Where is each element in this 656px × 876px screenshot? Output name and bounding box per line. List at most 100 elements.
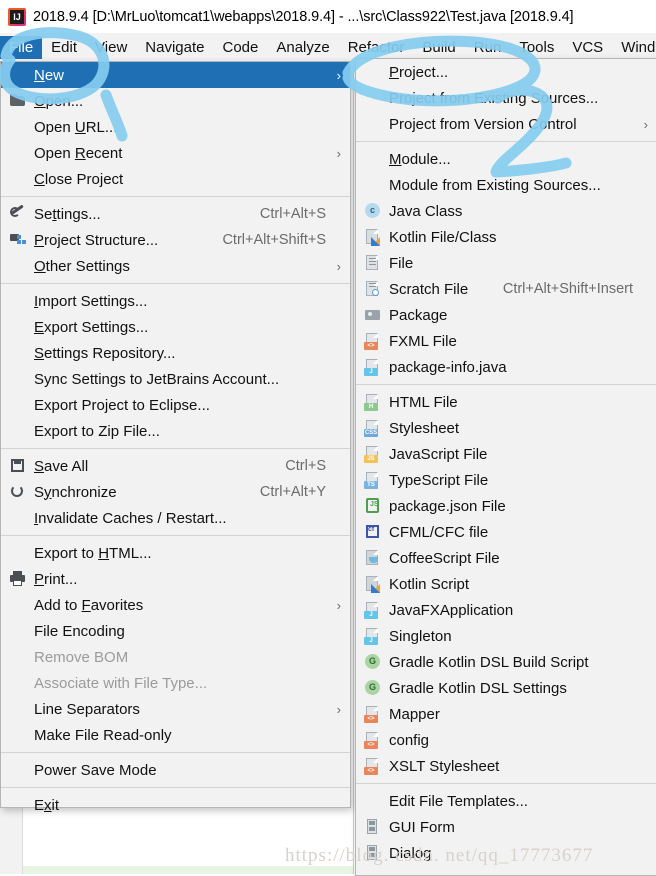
menu-item-module[interactable]: Module... [356,146,656,172]
blank-icon [9,674,27,692]
menu-item-make-file-read-only[interactable]: Make File Read-only [1,722,350,748]
menu-item-javafxapplication[interactable]: J JavaFXApplication [356,597,656,623]
gradle-icon: G [364,653,382,671]
menu-item-package-info-java[interactable]: Jpackage-info.java [356,354,656,380]
blank-icon [364,150,382,168]
menubar-item-vcs[interactable]: VCS [563,36,612,59]
menubar-item-view[interactable]: View [86,36,136,59]
menu-item-scratch-file[interactable]: Scratch File Ctrl+Alt+Shift+Insert [356,276,656,302]
menu-item-label: Remove BOM [34,648,129,666]
nodejs-icon: JS [364,497,382,515]
menu-item-export-settings[interactable]: Export Settings... [1,314,350,340]
blank-icon [9,422,27,440]
menubar-item-analyze[interactable]: Analyze [267,36,338,59]
menu-item-label: package.json File [389,497,506,515]
menu-item-import-settings[interactable]: Import Settings... [1,288,350,314]
menu-item-module-from-existing-sources[interactable]: Module from Existing Sources... [356,172,656,198]
blank-icon [364,792,382,810]
menu-item-html-file[interactable]: H HTML File [356,389,656,415]
menu-item-synchronize[interactable]: Synchronize Ctrl+Alt+Y [1,479,350,505]
menu-item-other-settings[interactable]: Other Settings › [1,253,350,279]
menubar-item-refactor[interactable]: Refactor [339,36,414,59]
blank-icon [9,170,27,188]
menu-item-settings[interactable]: Settings... Ctrl+Alt+S [1,201,350,227]
menu-item-exit[interactable]: Exit [1,792,350,818]
blank-icon [9,700,27,718]
blank-icon [9,726,27,744]
menu-item-export-project-to-eclipse[interactable]: Export Project to Eclipse... [1,392,350,418]
menu-separator [1,752,350,753]
menubar-item-tools[interactable]: Tools [510,36,563,59]
menu-item-cfml-cfc-file[interactable]: cf CFML/CFC file [356,519,656,545]
css-file-icon: CSS [364,419,382,437]
menu-item-kotlin-script[interactable]: Kotlin Script [356,571,656,597]
menu-item-open[interactable]: Open... [1,88,350,114]
blank-icon [9,761,27,779]
menu-item-label: CFML/CFC file [389,523,489,541]
menu-item-shortcut: Ctrl+Alt+S [259,206,326,222]
menu-item-kotlin-file-class[interactable]: Kotlin File/Class [356,224,656,250]
menu-item-export-to-html[interactable]: Export to HTML... [1,540,350,566]
menubar-item-file[interactable]: File [0,35,43,59]
menu-item-typescript-file[interactable]: TS TypeScript File [356,467,656,493]
chevron-right-icon: › [336,145,341,161]
menu-item-java-class[interactable]: c Java Class [356,198,656,224]
menu-item-gradle-kotlin-dsl-build-script[interactable]: G Gradle Kotlin DSL Build Script [356,649,656,675]
menubar-item-edit[interactable]: Edit [42,36,86,59]
menu-item-fxml-file[interactable]: <> FXML File [356,328,656,354]
menu-item-package-json-file[interactable]: JS package.json File [356,493,656,519]
menu-item-edit-file-templates[interactable]: Edit File Templates... [356,788,656,814]
blank-icon [9,396,27,414]
blank-icon [9,544,27,562]
menu-item-xslt-stylesheet[interactable]: <> XSLT Stylesheet [356,753,656,779]
menu-item-export-to-zip-file[interactable]: Export to Zip File... [1,418,350,444]
menu-item-line-separators[interactable]: Line Separators › [1,696,350,722]
menu-item-stylesheet[interactable]: CSS Stylesheet [356,415,656,441]
menu-item-close-project[interactable]: Close Project [1,166,350,192]
menu-item-save-all[interactable]: Save All Ctrl+S [1,453,350,479]
menu-item-open-url[interactable]: Open URL... [1,114,350,140]
menu-item-label: New [34,66,65,84]
menu-item-settings-repository[interactable]: Settings Repository... [1,340,350,366]
menu-item-power-save-mode[interactable]: Power Save Mode [1,757,350,783]
menu-item-label: Print... [34,570,78,588]
menu-item-singleton[interactable]: J Singleton [356,623,656,649]
menu-item-label: Open URL... [34,118,118,136]
menu-item-config[interactable]: <> config [356,727,656,753]
menu-item-coffeescript-file[interactable]: CoffeeScript File [356,545,656,571]
menubar-item-build[interactable]: Build [413,36,464,59]
menu-item-invalidate-caches-restart[interactable]: Invalidate Caches / Restart... [1,505,350,531]
menu-item-gui-form[interactable]: GUI Form [356,814,656,840]
menu-item-javascript-file[interactable]: JS JavaScript File [356,441,656,467]
menubar-item-run[interactable]: Run [465,36,511,59]
menu-item-label: Project from Existing Sources... [389,89,599,107]
menu-item-label: Make File Read-only [34,726,172,744]
menu-item-sync-settings-to-jetbrains-account[interactable]: Sync Settings to JetBrains Account... [1,366,350,392]
file-menu-popup[interactable]: New › Open... Open URL... Open Recent › Close … [0,61,351,814]
menu-item-print[interactable]: Print... [1,566,350,592]
menubar-item-window[interactable]: Wind [612,36,656,59]
new-submenu-popup[interactable]: Project... Project from Existing Sources.… [355,58,656,876]
menu-item-package[interactable]: Package [356,302,656,328]
menu-item-new[interactable]: New › [1,62,350,88]
menu-item-project[interactable]: Project... [356,59,656,85]
menu-item-gradle-kotlin-dsl-settings[interactable]: G Gradle Kotlin DSL Settings [356,675,656,701]
menu-item-label: Save All [34,457,89,475]
menu-item-label: Export to Zip File... [34,422,160,440]
menu-item-project-structure[interactable]: Project Structure... Ctrl+Alt+Shift+S [1,227,350,253]
menu-item-mapper[interactable]: <> Mapper [356,701,656,727]
menu-item-open-recent[interactable]: Open Recent › [1,140,350,166]
blank-icon [364,89,382,107]
menu-item-file-encoding[interactable]: File Encoding [1,618,350,644]
menu-item-file[interactable]: File [356,250,656,276]
blank-icon [9,509,27,527]
menu-item-label: XSLT Stylesheet [389,757,500,775]
watermark-text: https://blog. csdn. net/qq_17773677 [285,845,594,866]
menu-item-add-to-favorites[interactable]: Add to Favorites › [1,592,350,618]
menu-item-project-from-existing-sources[interactable]: Project from Existing Sources... [356,85,656,111]
menu-item-label: Module from Existing Sources... [389,176,601,194]
menu-item-project-from-version-control[interactable]: Project from Version Control › [356,111,656,137]
menu-item-label: Other Settings [34,257,130,275]
menubar-item-navigate[interactable]: Navigate [136,36,213,59]
menubar-item-code[interactable]: Code [213,36,267,59]
